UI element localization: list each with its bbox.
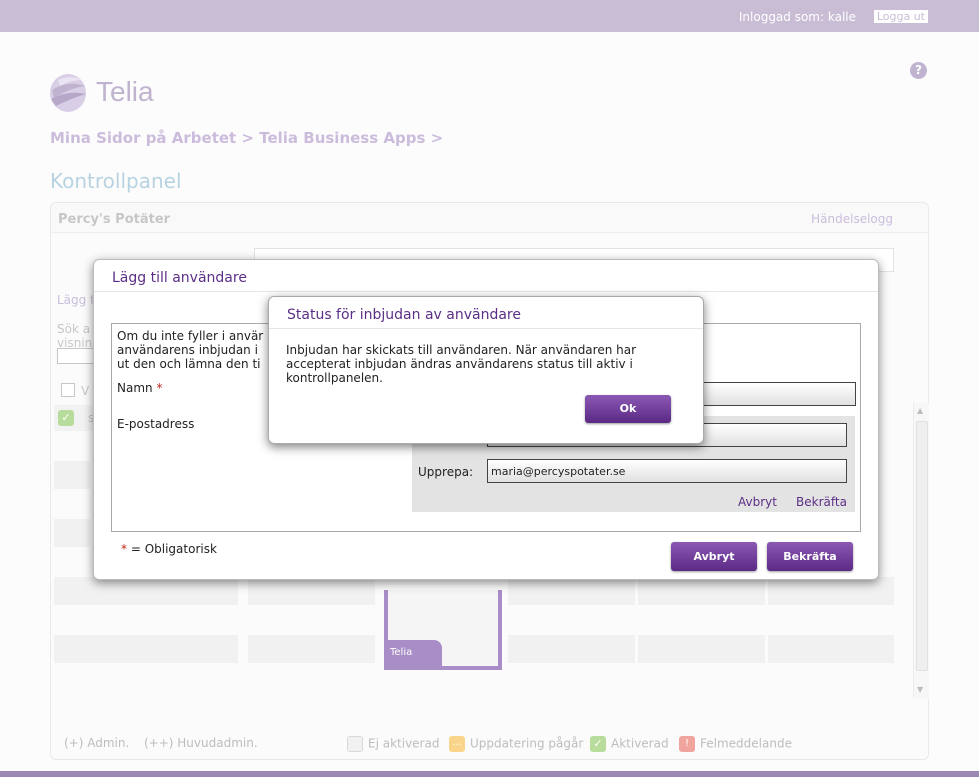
form-info-text: Om du inte fyller i anvär användarens in… (117, 329, 287, 371)
repeat-label: Upprepa: (418, 465, 474, 479)
name-label: Namn * (117, 381, 162, 395)
preview-logo: Telia (384, 640, 442, 666)
inline-confirm-link[interactable]: Bekräfta (796, 495, 847, 509)
invite-status-message: Inbjudan har skickats till användaren. N… (286, 343, 637, 385)
info-line: ut den och lämna den ti (117, 357, 261, 371)
invite-status-dialog: Status för inbjudan av användare Inbjuda… (268, 296, 704, 444)
preview-card: Telia (384, 590, 502, 670)
required-note: * = Obligatorisk (121, 542, 217, 556)
repeat-email-input[interactable]: maria@percyspotater.se (487, 459, 847, 483)
confirm-button[interactable]: Bekräfta (767, 542, 853, 571)
inline-cancel-link[interactable]: Avbryt (738, 495, 777, 509)
invite-status-title: Status för inbjudan av användare (287, 307, 521, 323)
cancel-button[interactable]: Avbryt (671, 542, 757, 571)
divider (94, 291, 878, 292)
required-star: * (156, 381, 163, 395)
ok-button[interactable]: Ok (585, 395, 671, 423)
required-star: * (121, 542, 127, 556)
email-label: E-postadress (117, 417, 195, 431)
divider (269, 328, 703, 329)
add-user-dialog-title: Lägg till användare (112, 270, 247, 286)
bottom-bar (0, 771, 979, 777)
info-line: användarens inbjudan i (117, 343, 258, 357)
required-note-text: = Obligatorisk (130, 542, 217, 556)
info-line: Om du inte fyller i anvär (117, 329, 264, 343)
name-label-text: Namn (117, 381, 153, 395)
